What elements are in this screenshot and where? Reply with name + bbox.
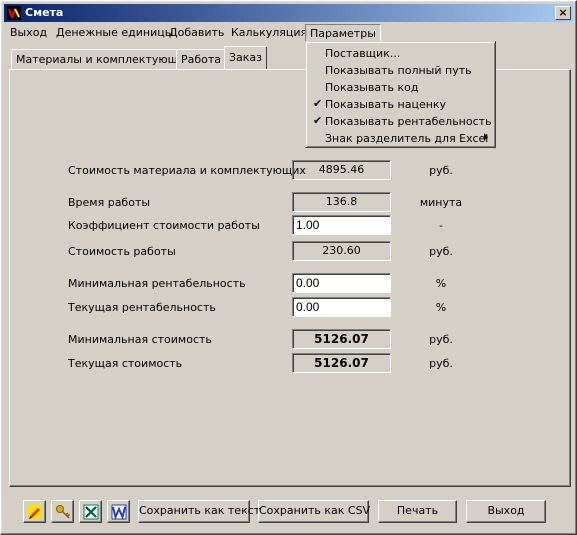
excel-icon xyxy=(83,504,99,520)
current-profitability-unit: % xyxy=(435,301,447,314)
work-coefficient-unit: - xyxy=(439,219,443,232)
save-as-text-button[interactable]: Сохранить как текст xyxy=(138,500,260,523)
min-cost-value: 5126.07 xyxy=(292,329,391,349)
menu-item-show-code[interactable]: Показывать код xyxy=(309,79,492,96)
menu-item-show-markup[interactable]: ✔ Показывать наценку xyxy=(309,96,492,113)
menu-add[interactable]: Добавить xyxy=(169,26,224,39)
menu-item-show-profitability[interactable]: ✔ Показывать рентабельность xyxy=(309,113,492,130)
material-cost-value: 4895.46 xyxy=(292,160,391,180)
menu-item-label: Показывать наценку xyxy=(325,98,447,111)
current-cost-label: Текущая стоимость xyxy=(68,357,183,370)
min-cost-unit: руб. xyxy=(429,333,453,346)
save-as-csv-button[interactable]: Сохранить как CSV xyxy=(258,500,370,523)
checkmark-icon: ✔ xyxy=(313,114,323,127)
current-profitability-label: Текущая рентабельность xyxy=(68,301,216,314)
menu-item-show-full-path[interactable]: Показывать полный путь xyxy=(309,62,492,79)
key-icon xyxy=(56,505,71,519)
work-coefficient-label: Коэффициент стоимости работы xyxy=(68,219,260,232)
close-button[interactable]: × xyxy=(555,6,571,20)
tab-order[interactable]: Заказ xyxy=(224,46,268,69)
min-profitability-input[interactable]: 0.00 xyxy=(292,273,391,293)
menu-item-label: Показывать полный путь xyxy=(325,64,472,77)
word-button[interactable] xyxy=(107,500,130,523)
exit-button[interactable]: Выход xyxy=(466,500,546,523)
title-bar[interactable]: Смета × xyxy=(4,4,573,22)
min-profitability-unit: % xyxy=(435,277,447,290)
current-cost-value: 5126.07 xyxy=(292,353,391,373)
checkmark-icon: ✔ xyxy=(313,97,323,110)
work-cost-value: 230.60 xyxy=(292,241,391,261)
work-time-unit: минута xyxy=(419,196,463,209)
app-window: Смета × Выход Денежные единицы Добавить … xyxy=(0,0,577,535)
work-cost-label: Стоимость работы xyxy=(68,245,176,258)
parameters-menu: Поставщик... Показывать полный путь Пока… xyxy=(305,41,496,148)
min-profitability-label: Минимальная рентабельность xyxy=(68,277,246,290)
app-icon xyxy=(7,6,21,20)
current-profitability-input[interactable]: 0.00 xyxy=(292,297,391,317)
material-cost-label: Стоимость материала и комплектующих xyxy=(68,164,306,177)
menu-item-label: Знак разделитель для Excel xyxy=(325,132,489,145)
menu-currency[interactable]: Денежные единицы xyxy=(56,26,173,39)
menu-bar: Выход Денежные единицы Добавить Калькуля… xyxy=(4,23,573,42)
key-button[interactable] xyxy=(51,500,74,523)
menu-item-label: Поставщик... xyxy=(325,47,401,60)
menu-item-label: Показывать рентабельность xyxy=(325,115,492,128)
menu-calculation[interactable]: Калькуляция xyxy=(231,26,307,39)
work-cost-unit: руб. xyxy=(429,245,453,258)
word-icon xyxy=(111,504,127,520)
submenu-arrow-icon xyxy=(484,133,488,141)
tab-work[interactable]: Работа xyxy=(176,49,227,69)
tab-materials[interactable]: Материалы и комплектующие xyxy=(11,49,197,69)
menu-exit[interactable]: Выход xyxy=(10,26,47,39)
min-cost-label: Минимальная стоимость xyxy=(68,333,212,346)
edit-button[interactable] xyxy=(23,500,46,523)
menu-item-label: Показывать код xyxy=(325,81,419,94)
window-title: Смета xyxy=(25,6,64,19)
work-time-value: 136.8 xyxy=(292,192,391,212)
work-coefficient-input[interactable]: 1.00 xyxy=(292,215,391,235)
material-cost-unit: руб. xyxy=(429,164,453,177)
work-time-label: Время работы xyxy=(68,196,151,209)
menu-item-excel-separator[interactable]: Знак разделитель для Excel xyxy=(309,130,492,147)
print-button[interactable]: Печать xyxy=(378,500,457,523)
current-cost-unit: руб. xyxy=(429,357,453,370)
excel-button[interactable] xyxy=(79,500,102,523)
menu-item-supplier[interactable]: Поставщик... xyxy=(309,45,492,62)
menu-parameters[interactable]: Параметры xyxy=(305,24,381,42)
pencil-icon xyxy=(28,505,42,519)
